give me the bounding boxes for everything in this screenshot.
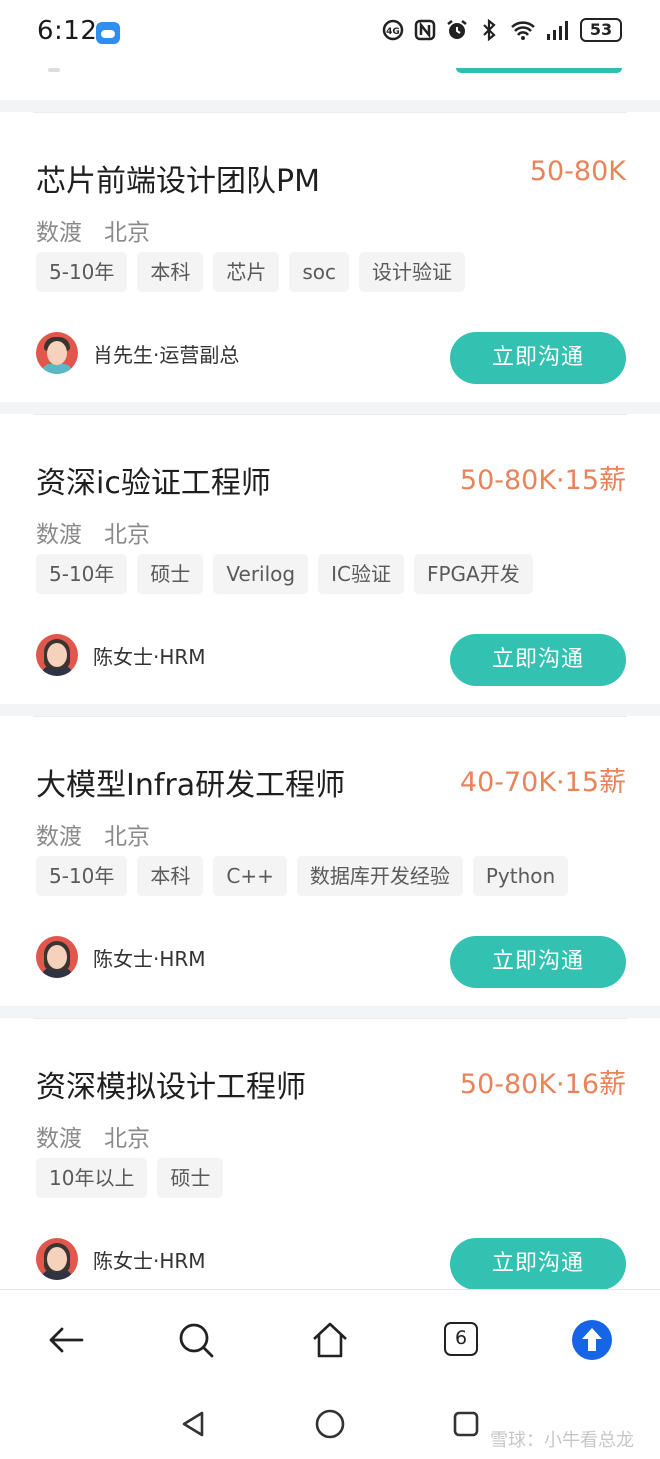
job-title[interactable]: 资深模拟设计工程师 bbox=[36, 1062, 306, 1106]
job-tag: 本科 bbox=[137, 252, 204, 292]
nav-recents-icon[interactable] bbox=[452, 1410, 480, 1438]
job-salary: 50-80K·15薪 bbox=[459, 465, 626, 496]
chat-now-button[interactable]: 立即沟通 bbox=[450, 634, 626, 686]
card-divider bbox=[33, 414, 627, 415]
job-title[interactable]: 芯片前端设计团队PM bbox=[36, 156, 320, 200]
card-gap bbox=[0, 100, 660, 112]
job-tags: 5-10年 硕士 Verilog IC验证 FPGA开发 bbox=[36, 554, 533, 594]
company-name: 数渡 bbox=[36, 220, 82, 246]
avatar bbox=[36, 936, 78, 978]
scroll-up-icon[interactable] bbox=[572, 1320, 612, 1360]
job-tag: C++ bbox=[213, 856, 287, 896]
avatar bbox=[36, 332, 78, 374]
recruiter-name: 陈女士·HRM bbox=[93, 644, 206, 669]
home-icon[interactable] bbox=[310, 1320, 350, 1360]
recruiter: 陈女士·HRM bbox=[36, 634, 206, 676]
previous-card-stub bbox=[0, 68, 660, 100]
job-tag: 本科 bbox=[137, 856, 204, 896]
job-city: 北京 bbox=[104, 522, 150, 548]
card-gap bbox=[0, 704, 660, 716]
nav-back-icon[interactable] bbox=[178, 1409, 208, 1439]
card-divider bbox=[33, 112, 627, 113]
card-divider bbox=[33, 1018, 627, 1019]
card-gap bbox=[0, 1006, 660, 1018]
job-card[interactable]: 资深ic验证工程师 50-80K·15薪 数渡 北京 5-10年 硕士 Veril… bbox=[0, 414, 660, 704]
bluetooth-icon bbox=[483, 19, 496, 41]
job-title[interactable]: 大模型Infra研发工程师 bbox=[36, 760, 345, 804]
job-city: 北京 bbox=[104, 1126, 150, 1152]
data-saver-icon: 4G bbox=[382, 19, 404, 41]
watermark: 雪球：小牛看总龙 bbox=[490, 1430, 634, 1451]
status-icons: 4G 53 bbox=[382, 18, 622, 42]
company-name: 数渡 bbox=[36, 522, 82, 548]
job-salary: 50-80K bbox=[529, 156, 626, 187]
card-divider bbox=[33, 716, 627, 717]
job-city: 北京 bbox=[104, 220, 150, 246]
job-tags: 10年以上 硕士 bbox=[36, 1158, 224, 1198]
chat-now-button[interactable]: 立即沟通 bbox=[450, 1238, 626, 1290]
job-tag: 设计验证 bbox=[359, 252, 466, 292]
job-tag: 5-10年 bbox=[36, 856, 128, 896]
job-tag: IC验证 bbox=[318, 554, 404, 594]
recruiter-name: 肖先生·运营副总 bbox=[93, 342, 240, 367]
company-name: 数渡 bbox=[36, 824, 82, 850]
recruiter: 肖先生·运营副总 bbox=[36, 332, 239, 374]
stub-avatar-edge bbox=[48, 68, 60, 72]
previous-chat-button[interactable] bbox=[456, 68, 622, 73]
nav-home-icon[interactable] bbox=[314, 1408, 346, 1440]
recruiter-name: 陈女士·HRM bbox=[93, 1248, 206, 1273]
back-arrow-icon[interactable] bbox=[46, 1320, 86, 1360]
job-card[interactable]: 大模型Infra研发工程师 40-70K·15薪 数渡 北京 5-10年 本科 C… bbox=[0, 716, 660, 1006]
svg-text:4G: 4G bbox=[386, 27, 400, 37]
wifi-icon bbox=[511, 21, 535, 40]
job-tag: 硕士 bbox=[137, 554, 204, 594]
job-tag: 5-10年 bbox=[36, 554, 128, 594]
recruiter: 陈女士·HRM bbox=[36, 936, 206, 978]
job-title[interactable]: 资深ic验证工程师 bbox=[36, 458, 271, 502]
status-time: 6:12 bbox=[37, 16, 98, 46]
job-meta: 数渡 北京 bbox=[36, 515, 150, 549]
browser-toolbar: 6 bbox=[0, 1289, 660, 1389]
job-tag: FPGA开发 bbox=[413, 554, 533, 594]
job-tag: Verilog bbox=[213, 554, 309, 594]
battery-icon: 53 bbox=[580, 18, 622, 42]
card-gap bbox=[0, 402, 660, 414]
job-salary: 50-80K·16薪 bbox=[459, 1069, 626, 1100]
recruiter-name: 陈女士·HRM bbox=[93, 946, 206, 971]
signal-icon bbox=[547, 21, 568, 40]
job-meta: 数渡 北京 bbox=[36, 1119, 150, 1153]
job-meta: 数渡 北京 bbox=[36, 213, 150, 247]
job-city: 北京 bbox=[104, 824, 150, 850]
weather-icon bbox=[96, 22, 120, 44]
chat-now-button[interactable]: 立即沟通 bbox=[450, 936, 626, 988]
job-meta: 数渡 北京 bbox=[36, 817, 150, 851]
chat-now-button[interactable]: 立即沟通 bbox=[450, 332, 626, 384]
job-tag: 数据库开发经验 bbox=[296, 856, 463, 896]
job-card[interactable]: 芯片前端设计团队PM 50-80K 数渡 北京 5-10年 本科 芯片 soc 设… bbox=[0, 112, 660, 402]
tabs-icon[interactable]: 6 bbox=[444, 1322, 478, 1356]
job-tag: 芯片 bbox=[213, 252, 280, 292]
job-tags: 5-10年 本科 C++ 数据库开发经验 Python bbox=[36, 856, 569, 896]
job-tag: 硕士 bbox=[157, 1158, 224, 1198]
job-tag: Python bbox=[472, 856, 569, 896]
avatar bbox=[36, 634, 78, 676]
job-salary: 40-70K·15薪 bbox=[459, 767, 626, 798]
status-bar: 6:12 4G 53 bbox=[0, 0, 660, 68]
recruiter: 陈女士·HRM bbox=[36, 1238, 206, 1280]
job-tag: soc bbox=[289, 252, 350, 292]
avatar bbox=[36, 1238, 78, 1280]
job-tags: 5-10年 本科 芯片 soc 设计验证 bbox=[36, 252, 466, 292]
nfc-icon bbox=[414, 19, 436, 41]
job-card[interactable]: 资深模拟设计工程师 50-80K·16薪 数渡 北京 10年以上 硕士 陈女士·H… bbox=[0, 1018, 660, 1308]
search-icon[interactable] bbox=[176, 1320, 216, 1360]
alarm-icon bbox=[447, 20, 467, 39]
company-name: 数渡 bbox=[36, 1126, 82, 1152]
job-tag: 5-10年 bbox=[36, 252, 128, 292]
job-tag: 10年以上 bbox=[36, 1158, 148, 1198]
